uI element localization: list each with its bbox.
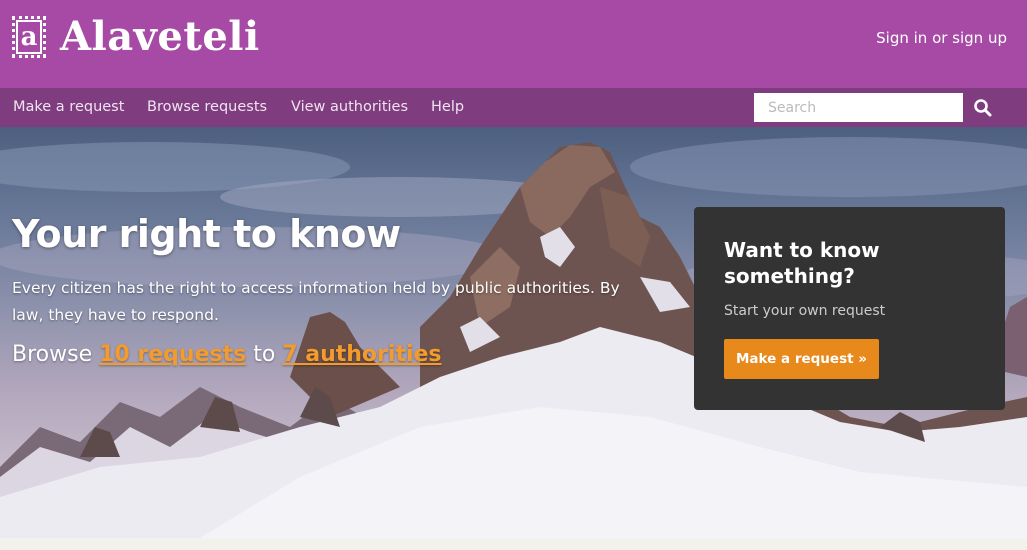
requests-count-link[interactable]: 10 requests [99,342,246,367]
search-icon [974,99,992,117]
browse-prefix: Browse [12,342,100,367]
browse-summary: Browse 10 requests to 7 authorities [12,342,442,367]
browse-middle: to [246,342,283,367]
nav-view-authorities[interactable]: View authorities [291,99,408,115]
site-logo[interactable]: a Alaveteli [12,16,260,58]
cta-title: Want to know something? [724,238,880,288]
cta-subtitle: Start your own request [724,303,886,319]
site-header: a Alaveteli Sign in or sign up [0,0,1027,88]
hero-section: Your right to know Every citizen has the… [0,127,1027,538]
hero-title: Your right to know [12,212,401,256]
nav-help[interactable]: Help [431,99,464,115]
hero-description: Every citizen has the right to access in… [12,279,620,324]
make-request-panel: Want to know something? Start your own r… [694,207,1005,410]
authorities-count-link[interactable]: 7 authorities [282,342,441,367]
signin-link[interactable]: Sign in or sign up [876,29,1007,47]
logo-stamp-icon: a [12,16,46,58]
search-button[interactable] [968,94,998,122]
nav-make-request[interactable]: Make a request [13,99,124,115]
nav-browse-requests[interactable]: Browse requests [147,99,267,115]
site-name: Alaveteli [60,13,260,60]
make-request-button[interactable]: Make a request » [724,339,879,379]
search-input[interactable] [754,93,963,122]
